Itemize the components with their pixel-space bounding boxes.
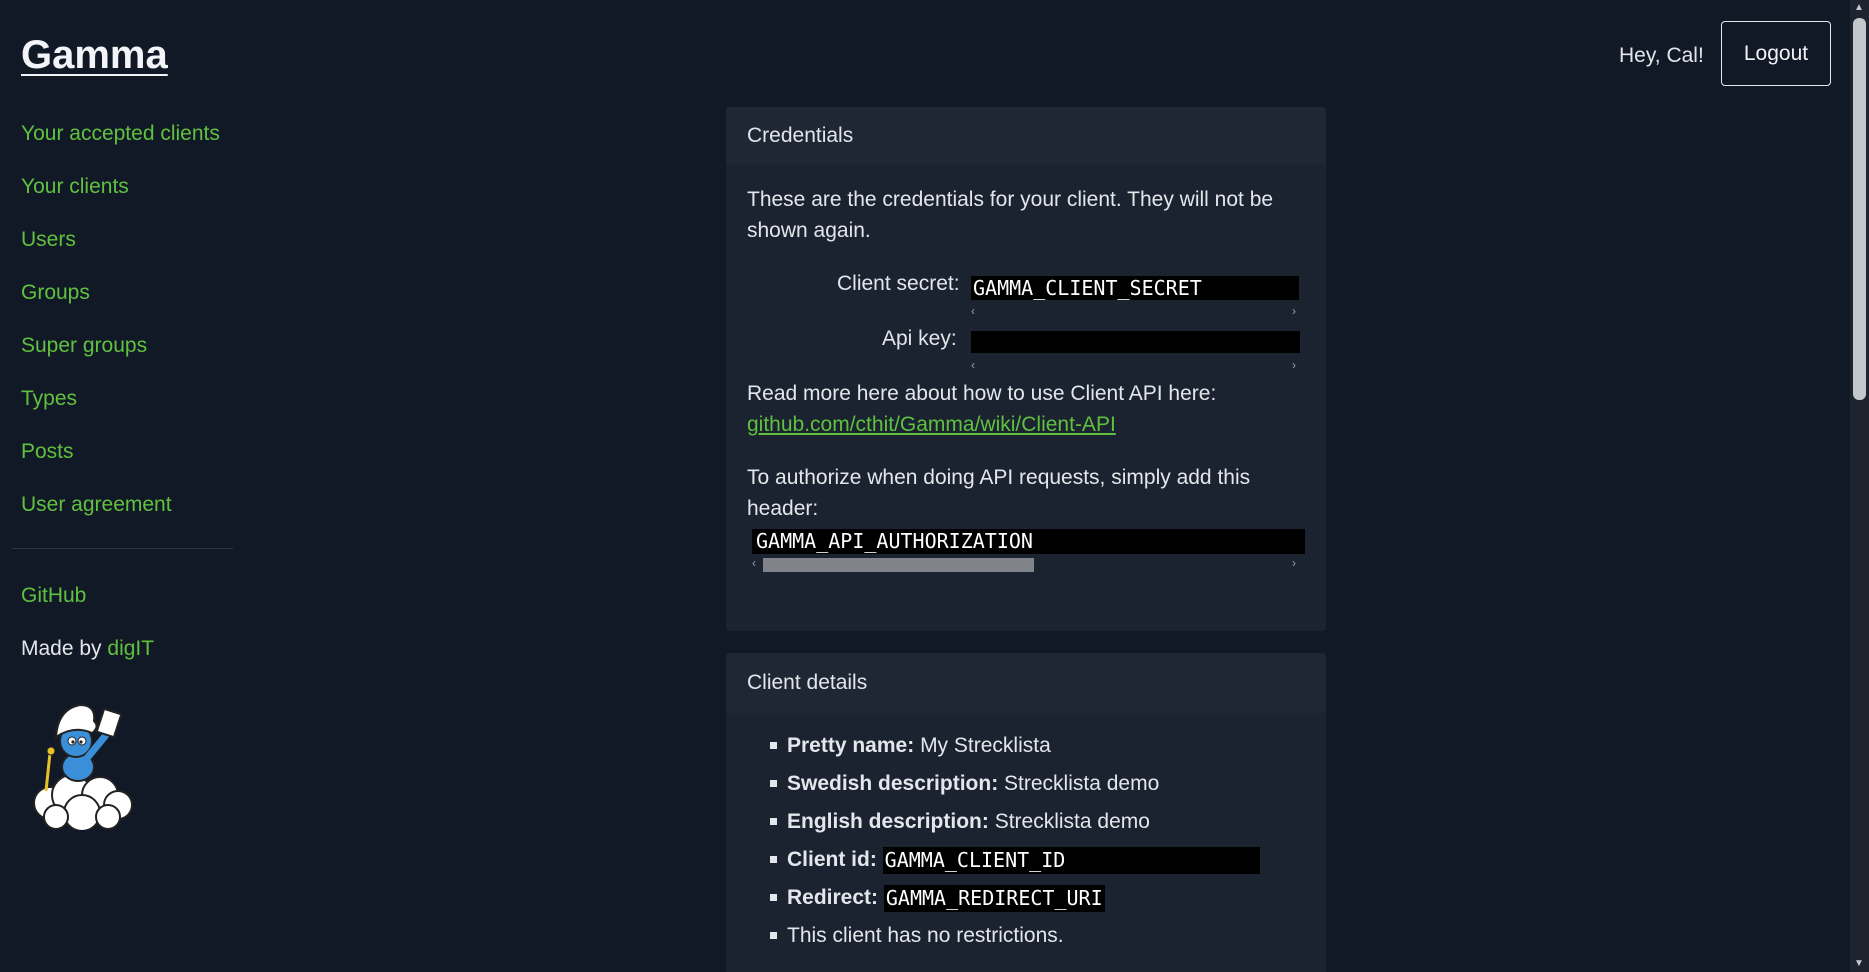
list-item: This client has no restrictions. (747, 917, 1305, 955)
restrictions-text: This client has no restrictions. (787, 924, 1064, 947)
list-item: Redirect: GAMMA_REDIRECT_URI (747, 879, 1305, 917)
credentials-card-body: These are the credentials for your clien… (726, 164, 1326, 631)
list-item: Client id: GAMMA_CLIENT_ID (747, 841, 1305, 879)
client-details-card-body: Pretty name: My Strecklista Swedish desc… (726, 713, 1326, 955)
sidebar-item-posts[interactable]: Posts (21, 436, 236, 489)
english-description-label: English description: (787, 810, 989, 833)
authorize-text: To authorize when doing API requests, si… (747, 466, 1251, 520)
english-description-value: Strecklista demo (994, 810, 1150, 833)
credentials-card: Credentials These are the credentials fo… (726, 107, 1326, 631)
authorization-scroll-left[interactable]: ‹ (752, 556, 756, 570)
client-secret-scroll-left[interactable]: ‹ (971, 304, 975, 318)
scroll-down-arrow-icon[interactable]: ▼ (1854, 958, 1864, 969)
authorization-scroll-right[interactable]: › (1292, 556, 1296, 570)
made-by-text: Made by digIT (21, 637, 154, 661)
list-item: Pretty name: My Strecklista (747, 727, 1305, 765)
redirect-value[interactable]: GAMMA_REDIRECT_URI (883, 884, 1105, 912)
list-item: English description: Strecklista demo (747, 803, 1305, 841)
swedish-description-value: Strecklista demo (1004, 772, 1160, 795)
brand-logo-text[interactable]: Gamma (21, 33, 168, 78)
client-details-card-title: Client details (726, 653, 1326, 713)
api-key-scroll-left[interactable]: ‹ (971, 358, 975, 372)
credentials-intro: These are the credentials for your clien… (747, 188, 1274, 242)
client-id-label: Client id: (787, 848, 877, 871)
sidebar-nav: Your accepted clients Your clients Users… (21, 118, 236, 542)
made-by-prefix: Made by (21, 637, 102, 660)
credentials-card-title: Credentials (726, 107, 1326, 164)
client-secret-label: Client secret: (837, 272, 960, 295)
authorization-scrollbar-thumb[interactable] (763, 558, 1034, 572)
sidebar-divider (12, 548, 233, 549)
scroll-up-arrow-icon[interactable]: ▲ (1854, 2, 1864, 13)
sidebar-item-users[interactable]: Users (21, 224, 236, 277)
list-item: Swedish description: Strecklista demo (747, 765, 1305, 803)
smurf-mascot-icon (33, 703, 133, 830)
client-secret-scroll-right[interactable]: › (1292, 304, 1296, 318)
swedish-description-label: Swedish description: (787, 772, 999, 795)
page-scrollbar[interactable]: ▲ ▼ (1850, 0, 1869, 972)
api-key-scroll-right[interactable]: › (1292, 358, 1296, 372)
github-link[interactable]: GitHub (21, 584, 86, 608)
client-details-list: Pretty name: My Strecklista Swedish desc… (747, 727, 1305, 955)
sidebar-item-groups[interactable]: Groups (21, 277, 236, 330)
api-key-label: Api key: (882, 327, 957, 350)
read-more-text: Read more here about how to use Client A… (747, 382, 1217, 405)
sidebar-item-super-groups[interactable]: Super groups (21, 330, 236, 383)
user-greeting: Hey, Cal! (1619, 44, 1704, 67)
api-key-value[interactable] (971, 331, 1300, 353)
client-secret-value[interactable]: GAMMA_CLIENT_SECRET (971, 276, 1299, 300)
digit-link[interactable]: digIT (107, 637, 154, 660)
pretty-name-label: Pretty name: (787, 734, 915, 757)
pretty-name-value: My Strecklista (920, 734, 1051, 757)
sidebar-item-types[interactable]: Types (21, 383, 236, 436)
authorization-header-value[interactable]: GAMMA_API_AUTHORIZATION (752, 529, 1305, 554)
sidebar-item-user-agreement[interactable]: User agreement (21, 489, 236, 542)
page-scrollbar-thumb[interactable] (1853, 18, 1866, 400)
client-details-card: Client details Pretty name: My Strecklis… (726, 653, 1326, 972)
sidebar-item-your-clients[interactable]: Your clients (21, 171, 236, 224)
redirect-label: Redirect: (787, 886, 879, 909)
logout-button[interactable]: Logout (1721, 21, 1831, 86)
client-id-value[interactable]: GAMMA_CLIENT_ID (882, 846, 1260, 874)
page: Gamma Hey, Cal! Logout Your accepted cli… (0, 0, 1869, 972)
sidebar-item-accepted-clients[interactable]: Your accepted clients (21, 118, 236, 171)
client-api-wiki-link[interactable]: github.com/cthit/Gamma/wiki/Client-API (747, 409, 1116, 440)
